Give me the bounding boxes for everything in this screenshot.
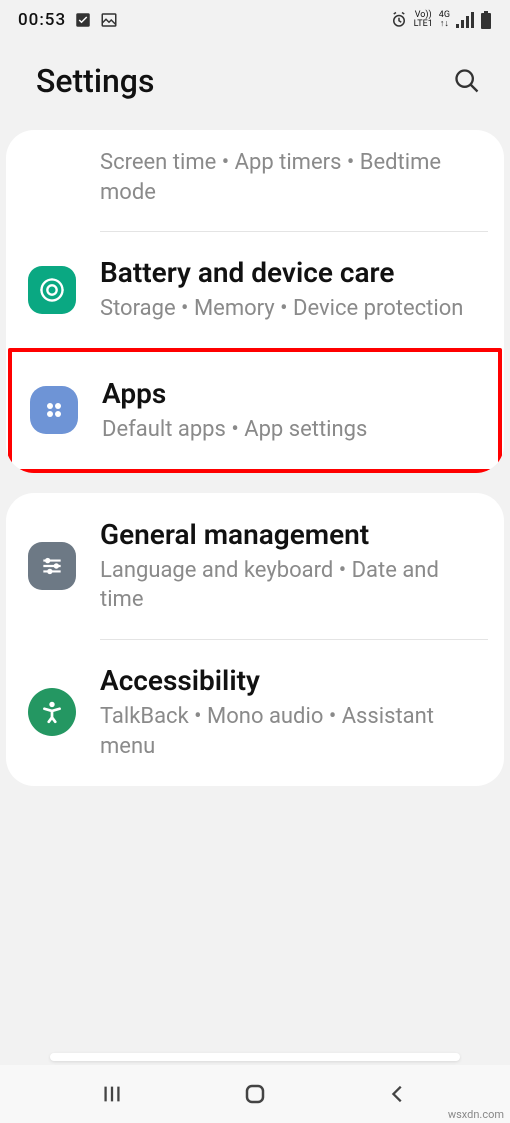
back-icon: [387, 1083, 409, 1105]
scroll-indicator: [50, 1053, 460, 1061]
checkbox-icon: [74, 11, 92, 29]
back-button[interactable]: [378, 1074, 418, 1114]
apps-icon: [30, 386, 78, 434]
accessibility-icon: [28, 688, 76, 736]
settings-group: Screen time • App timers • Bedtime mode …: [6, 130, 504, 473]
status-time: 00:53: [18, 10, 66, 30]
item-subtitle: TalkBack • Mono audio • Assistant menu: [100, 702, 482, 761]
sliders-icon: [28, 542, 76, 590]
recents-button[interactable]: [92, 1074, 132, 1114]
home-icon: [243, 1082, 267, 1106]
recents-icon: [101, 1083, 123, 1105]
battery-icon: [480, 11, 492, 29]
page-title: Settings: [36, 62, 154, 100]
settings-item-accessibility[interactable]: Accessibility TalkBack • Mono audio • As…: [6, 639, 504, 785]
blank-icon: [28, 154, 76, 202]
item-title: General management: [100, 517, 482, 552]
image-icon: [100, 11, 118, 29]
page-header: Settings: [0, 40, 510, 130]
watermark: wsxdn.com: [448, 1108, 504, 1121]
settings-item-digital-wellbeing[interactable]: Screen time • App timers • Bedtime mode: [6, 130, 504, 231]
navigation-bar: [0, 1065, 510, 1123]
volte-indicator: Vo)) LTE1: [414, 11, 433, 29]
device-care-icon: [28, 266, 76, 314]
item-subtitle: Default apps • App settings: [102, 415, 476, 445]
settings-item-general-management[interactable]: General management Language and keyboard…: [6, 493, 504, 639]
item-subtitle: Language and keyboard • Date and time: [100, 556, 482, 615]
item-subtitle: Screen time • App timers • Bedtime mode: [100, 148, 482, 207]
settings-group: General management Language and keyboard…: [6, 493, 504, 786]
item-subtitle: Storage • Memory • Device protection: [100, 294, 482, 324]
item-title: Battery and device care: [100, 255, 482, 290]
highlight-box: Apps Default apps • App settings: [8, 348, 502, 473]
settings-item-apps[interactable]: Apps Default apps • App settings: [12, 352, 498, 469]
status-bar: 00:53 Vo)) LTE1 4G ↑↓: [0, 0, 510, 40]
search-button[interactable]: [452, 66, 482, 96]
item-title: Accessibility: [100, 663, 482, 698]
settings-item-battery-device-care[interactable]: Battery and device care Storage • Memory…: [6, 231, 504, 348]
search-icon: [453, 67, 481, 95]
network-indicator: 4G ↑↓: [439, 11, 450, 29]
home-button[interactable]: [235, 1074, 275, 1114]
alarm-icon: [390, 11, 408, 29]
item-title: Apps: [102, 376, 476, 411]
signal-icon: [456, 12, 474, 28]
